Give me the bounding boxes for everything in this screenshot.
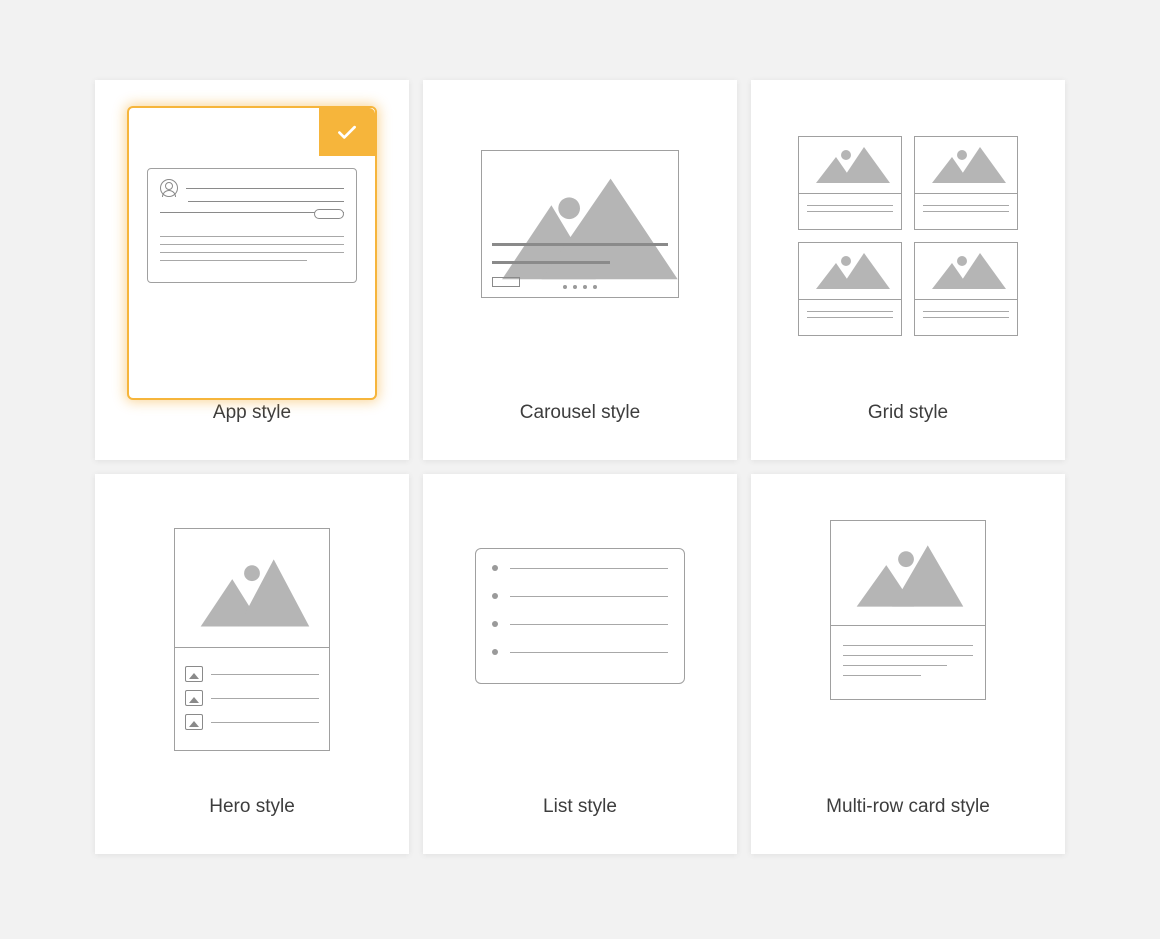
thumbnail-icon	[185, 666, 203, 682]
image-placeholder-icon	[799, 137, 901, 193]
carousel-style-preview	[481, 150, 679, 298]
list-style-preview	[475, 548, 685, 684]
layout-style-grid: App style Carousel style	[95, 80, 1065, 854]
carousel-button-icon	[492, 277, 520, 287]
bullet-icon	[492, 565, 498, 571]
image-placeholder-icon	[482, 151, 678, 297]
style-label: Grid style	[868, 402, 948, 424]
style-option-app[interactable]: App style	[95, 80, 409, 460]
image-placeholder-icon	[831, 521, 985, 625]
app-style-preview	[127, 106, 377, 400]
multirow-style-preview	[830, 520, 986, 700]
style-label: List style	[543, 796, 617, 818]
image-placeholder-icon	[915, 137, 1017, 193]
pill-button-icon	[314, 209, 344, 219]
bullet-icon	[492, 649, 498, 655]
image-placeholder-icon	[915, 243, 1017, 299]
thumbnail-icon	[185, 690, 203, 706]
grid-style-preview	[798, 136, 1018, 336]
app-card-wireframe	[147, 168, 357, 283]
check-icon	[334, 119, 360, 145]
style-label: Hero style	[209, 796, 295, 818]
image-placeholder-icon	[799, 243, 901, 299]
carousel-dots-icon	[563, 285, 597, 289]
style-option-grid[interactable]: Grid style	[751, 80, 1065, 460]
style-option-multirow[interactable]: Multi-row card style	[751, 474, 1065, 854]
thumbnail-icon	[185, 714, 203, 730]
bullet-icon	[492, 593, 498, 599]
avatar-icon	[160, 179, 178, 197]
style-label: App style	[213, 402, 291, 424]
style-option-hero[interactable]: Hero style	[95, 474, 409, 854]
hero-style-preview	[174, 528, 330, 751]
style-option-carousel[interactable]: Carousel style	[423, 80, 737, 460]
bullet-icon	[492, 621, 498, 627]
style-label: Carousel style	[520, 402, 640, 424]
style-option-list[interactable]: List style	[423, 474, 737, 854]
selected-badge	[319, 108, 375, 156]
image-placeholder-icon	[175, 529, 329, 647]
style-label: Multi-row card style	[826, 796, 990, 818]
